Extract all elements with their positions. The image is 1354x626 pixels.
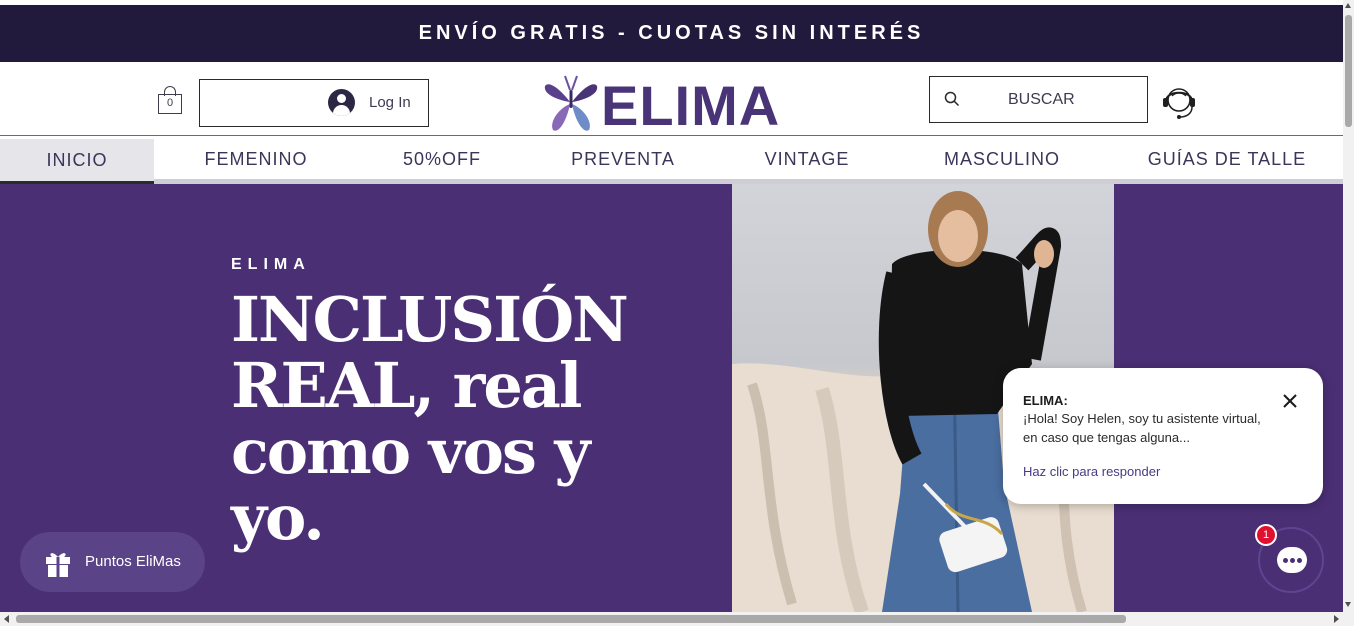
vertical-scrollbar[interactable] xyxy=(1343,0,1354,612)
horizontal-scrollbar[interactable] xyxy=(0,612,1354,626)
site-header: 0 Log In ELIMA BUSCAR xyxy=(0,62,1343,136)
nav-item-50off[interactable]: 50%OFF xyxy=(372,139,512,179)
close-icon[interactable] xyxy=(1279,390,1301,412)
nav-item-guias-de-talle[interactable]: GUÍAS DE TALLE xyxy=(1140,139,1314,179)
nav-item-masculino[interactable]: MASCULINO xyxy=(927,139,1077,179)
announcement-banner: ENVÍO GRATIS - CUOTAS SIN INTERÉS xyxy=(0,5,1343,62)
butterfly-logo-icon xyxy=(544,75,598,131)
vertical-scroll-thumb[interactable] xyxy=(1345,15,1352,127)
logo-text: ELIMA xyxy=(601,74,781,137)
announcement-text: ENVÍO GRATIS - CUOTAS SIN INTERÉS xyxy=(418,22,925,44)
search-bar[interactable]: BUSCAR xyxy=(929,76,1148,123)
chat-preview-popup[interactable]: ELIMA: ¡Hola! Soy Helen, soy tu asistent… xyxy=(1003,368,1323,504)
cart-count: 0 xyxy=(166,97,174,109)
chat-sender: ELIMA: xyxy=(1023,393,1068,408)
rewards-label: Puntos EliMas xyxy=(85,553,181,570)
cart-button[interactable]: 0 xyxy=(158,86,183,114)
nav-item-inicio[interactable]: INICIO xyxy=(0,139,154,184)
login-area: Log In xyxy=(199,79,429,127)
search-label: BUSCAR xyxy=(1008,91,1075,108)
hero-title: INCLUSIÓN REAL, real como vos y yo. xyxy=(231,283,629,554)
chat-reply-link[interactable]: Haz clic para responder xyxy=(1023,464,1160,479)
gift-icon xyxy=(46,553,70,577)
scroll-right-arrow-icon[interactable] xyxy=(1334,615,1339,623)
search-icon xyxy=(944,91,960,107)
chat-message: ¡Hola! Soy Helen, soy tu asistente virtu… xyxy=(1023,411,1261,445)
login-button[interactable]: Log In xyxy=(328,89,411,116)
login-label: Log In xyxy=(369,94,411,111)
nav-item-preventa[interactable]: PREVENTA xyxy=(553,139,693,179)
scroll-up-arrow-icon[interactable] xyxy=(1345,3,1351,8)
headset-support-icon[interactable] xyxy=(1160,82,1198,122)
nav-item-vintage[interactable]: VINTAGE xyxy=(742,139,872,179)
chat-notification-badge: 1 xyxy=(1255,524,1277,546)
horizontal-scroll-thumb[interactable] xyxy=(16,615,1126,623)
scroll-down-arrow-icon[interactable] xyxy=(1345,602,1351,607)
user-avatar-icon xyxy=(328,89,355,116)
rewards-points-button[interactable]: Puntos EliMas xyxy=(20,532,205,592)
elima-logo[interactable]: ELIMA xyxy=(543,70,779,136)
main-nav: INICIO FEMENINO 50%OFF PREVENTA VINTAGE … xyxy=(0,139,1343,184)
nav-item-femenino[interactable]: FEMENINO xyxy=(176,139,336,179)
hero-kicker: ELIMA xyxy=(231,256,311,273)
scroll-left-arrow-icon[interactable] xyxy=(4,615,9,623)
